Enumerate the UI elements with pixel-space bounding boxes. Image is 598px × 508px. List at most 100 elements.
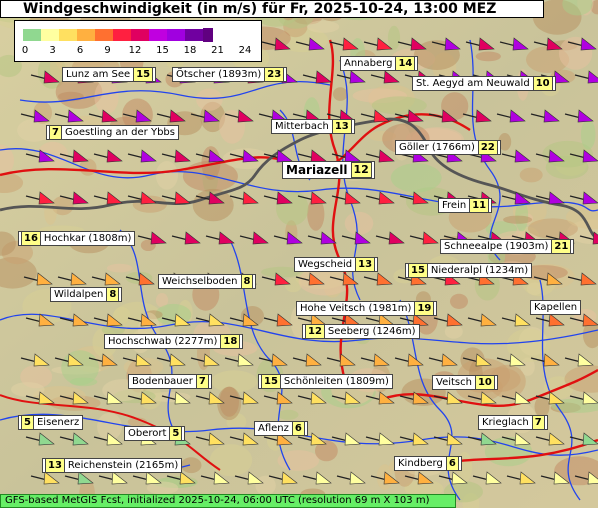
place-label: 12 Seeberg (1246m) (302, 324, 420, 339)
legend-tick-label: 18 (183, 45, 197, 56)
wind-speed-value: 23 (264, 67, 285, 82)
place-name: Hohe Veitsch (1981m) (300, 303, 412, 314)
place-label: Hohe Veitsch (1981m) 19 (296, 301, 438, 316)
wind-speed-value: 8 (240, 274, 254, 289)
wind-speed-value: 19 (414, 301, 435, 316)
wind-speed-value: 15 (408, 263, 428, 278)
wind-speed-value: 7 (195, 374, 209, 389)
place-label: St. Aegyd am Neuwald 10 (412, 76, 556, 91)
place-label: 7 Goestling an der Ybbs (46, 125, 179, 140)
wind-speed-value: 10 (532, 76, 553, 91)
place-label: Veitsch 10 (432, 375, 498, 390)
wind-speed-value: 5 (21, 415, 34, 430)
place-name: Schneealpe (1903m) (444, 241, 549, 252)
wind-speed-value: 15 (261, 374, 281, 389)
place-label: Oberort 5 (124, 426, 186, 441)
legend-tick-label: 3 (49, 45, 56, 56)
legend-color-swatch (131, 29, 149, 41)
place-name: Hochkar (1808m) (43, 233, 132, 244)
wind-speed-value: 5 (169, 426, 183, 441)
place-label: Bodenbauer 7 (128, 374, 212, 389)
legend-color-swatch (23, 29, 41, 41)
legend-color-swatch (59, 29, 77, 41)
legend-color-swatch (95, 29, 113, 41)
place-name: Mariazell (286, 163, 348, 177)
place-name: Göller (1766m) (399, 142, 475, 153)
place-name: Wegscheid (298, 259, 353, 270)
wind-speed-value: 18 (220, 334, 241, 349)
place-name: Eisenerz (36, 417, 80, 428)
wind-speed-value: 7 (49, 125, 62, 140)
place-name: Reichenstein (2165m) (67, 460, 179, 471)
place-name: Kindberg (398, 458, 443, 469)
place-name: Mitterbach (275, 121, 329, 132)
place-label: Weichselboden 8 (158, 274, 257, 289)
place-label: Göller (1766m) 22 (395, 140, 501, 155)
wind-speed-value: 7 (531, 415, 545, 430)
wind-speed-value: 16 (21, 231, 41, 246)
wind-speed-value: 14 (395, 56, 416, 71)
place-label: Annaberg 14 (340, 56, 419, 71)
place-name: Kapellen (534, 302, 578, 313)
wind-speed-value: 6 (291, 421, 305, 436)
place-name: Aflenz (258, 423, 289, 434)
legend-tick-label: 15 (156, 45, 169, 56)
place-name: Lunz am See (66, 69, 131, 80)
place-name: Niederalpl (1234m) (430, 265, 529, 276)
place-label: Lunz am See 15 (62, 67, 157, 82)
place-name: Krieglach (482, 417, 529, 428)
wind-speed-value: 13 (355, 257, 376, 272)
place-name: St. Aegyd am Neuwald (416, 78, 530, 89)
model-info-footer: GFS-based MetGIS Fcst, initialized 2025-… (0, 494, 456, 508)
map-title: Windgeschwindigkeit (in m/s) für Fr, 202… (0, 0, 544, 18)
wind-speed-legend: 0 3 6 9 12 15 18 21 24 (14, 20, 262, 62)
place-name: Annaberg (344, 58, 393, 69)
place-label: Schneealpe (1903m) 21 (440, 239, 575, 254)
legend-tick-label: 0 (21, 45, 29, 56)
place-name: Goestling an der Ybbs (64, 127, 175, 138)
legend-tick-label: 9 (104, 45, 111, 56)
place-label: Wegscheid 13 (294, 257, 379, 272)
place-name: Veitsch (436, 377, 472, 388)
legend-color-swatch (41, 29, 59, 41)
place-label: Wildalpen 8 (50, 287, 123, 302)
place-label: Kindberg 6 (394, 456, 462, 471)
place-label: 16 Hochkar (1808m) (18, 231, 136, 246)
wind-speed-value: 13 (45, 458, 65, 473)
place-name: Oberort (128, 428, 167, 439)
legend-color-swatch (185, 29, 203, 41)
legend-color-swatch (77, 29, 95, 41)
wind-speed-value: 15 (133, 67, 154, 82)
place-name: Hochschwab (2277m) (108, 336, 218, 347)
place-name: Seeberg (1246m) (327, 326, 416, 337)
place-label: 5 Eisenerz (18, 415, 84, 430)
place-label: 15 Schönleiten (1809m) (258, 374, 393, 389)
place-label: Ötscher (1893m) 23 (172, 67, 288, 82)
place-label: Krieglach 7 (478, 415, 548, 430)
legend-tick-label: 24 (238, 45, 252, 56)
place-label: 15 Niederalpl (1234m) (405, 263, 533, 278)
place-name: Frein (442, 200, 467, 211)
wind-speed-value: 21 (551, 239, 572, 254)
wind-speed-value: 22 (477, 140, 498, 155)
legend-tick-label: 21 (211, 45, 224, 56)
place-label: Mariazell 12 (282, 161, 375, 179)
place-label: Aflenz 6 (254, 421, 308, 436)
place-label: 13 Reichenstein (2165m) (42, 458, 183, 473)
place-name: Schönleiten (1809m) (283, 376, 389, 387)
wind-speed-value: 11 (469, 198, 490, 213)
wind-speed-value: 12 (305, 324, 325, 339)
place-name: Wildalpen (54, 289, 104, 300)
place-label: Frein 11 (438, 198, 493, 213)
wind-speed-value: 6 (445, 456, 459, 471)
place-name: Weichselboden (162, 276, 238, 287)
wind-speed-value: 8 (106, 287, 120, 302)
place-label: Hochschwab (2277m) 18 (104, 334, 244, 349)
legend-tick-label: 6 (76, 45, 84, 56)
legend-color-swatch (113, 29, 131, 41)
place-name: Ötscher (1893m) (176, 69, 262, 80)
place-label: Mitterbach 13 (271, 119, 355, 134)
wind-speed-value: 10 (474, 375, 495, 390)
wind-speed-value: 12 (350, 162, 372, 178)
place-name: Bodenbauer (132, 376, 193, 387)
